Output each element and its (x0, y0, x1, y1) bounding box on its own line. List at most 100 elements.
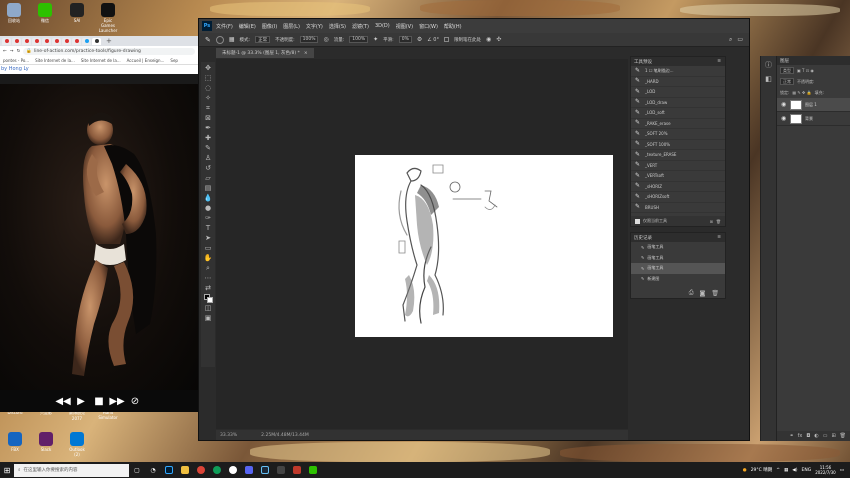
opacity-input[interactable]: 100% (299, 36, 319, 43)
zoom-level[interactable]: 33.33% (220, 433, 237, 438)
marquee-tool-icon[interactable]: ⬚ (204, 74, 213, 83)
brush-preset-picker[interactable] (215, 35, 224, 44)
document-canvas[interactable] (355, 155, 613, 337)
hand-tool-icon[interactable]: ✋ (204, 254, 213, 263)
taskbar-app-explorer[interactable] (178, 463, 192, 477)
weather-text[interactable]: 29°C 晴朗 (751, 467, 773, 473)
document-tab[interactable]: 未标题-1 @ 33.3% (图层 1, 灰色/8) * × (216, 48, 314, 58)
search-icon[interactable]: ⌕ (729, 36, 732, 44)
language-indicator[interactable]: ENG (802, 468, 812, 473)
eye-icon[interactable]: ◉ (781, 101, 787, 108)
zoom-tool-icon[interactable]: ⌕ (204, 264, 213, 273)
desktop-icon[interactable]: 微信 (34, 3, 56, 24)
desktop-icon[interactable]: Epic Games Launcher (97, 3, 119, 33)
bookmark-item[interactable]: pontes - Po... (3, 58, 29, 63)
panel-menu-icon[interactable]: ≡ (717, 59, 721, 64)
preset-item[interactable]: ✎ _sHORIZ (631, 182, 725, 192)
history-brush-icon[interactable]: ↺ (204, 164, 213, 173)
pressure-opacity-icon[interactable]: ◎ (323, 36, 328, 43)
angle-input[interactable]: ∠ 0° (427, 37, 439, 43)
eraser-tool-icon[interactable]: ▱ (204, 174, 213, 183)
clock[interactable]: 11:56 2022/7/30 (815, 465, 836, 475)
play-icon[interactable]: ▶ (75, 395, 87, 407)
color-swatches[interactable] (203, 294, 213, 303)
taskbar-app-wechat[interactable] (306, 463, 320, 477)
menu-window[interactable]: 窗口(W) (419, 23, 438, 30)
airbrush-icon[interactable]: ✦ (373, 36, 378, 43)
url-input[interactable]: 🔒 line-of-action.com/practice-tools/figur… (23, 47, 195, 55)
taskbar-app-red[interactable] (290, 463, 304, 477)
layer-row[interactable]: ◉ 图层 1 (777, 98, 850, 112)
flow-input[interactable]: 100% (349, 36, 369, 43)
smoothing-input[interactable]: 0% (398, 36, 412, 43)
eye-icon[interactable]: ◉ (781, 115, 787, 122)
taskbar-app-discord[interactable] (242, 463, 256, 477)
rewind-icon[interactable]: ◀◀ (55, 395, 70, 407)
bookmark-item[interactable]: Site Internet de la... (35, 58, 75, 63)
windows-start-icon[interactable]: ⊞ (0, 462, 14, 478)
crop-tool-icon[interactable]: ⌗ (204, 104, 213, 113)
quick-mask-icon[interactable]: ◫ (204, 304, 213, 313)
taskbar-app-steam[interactable] (258, 463, 272, 477)
fx-icon[interactable]: fx (798, 433, 803, 439)
menu-layer[interactable]: 图层(L) (283, 23, 300, 30)
task-view-icon[interactable]: ▢ (130, 463, 144, 477)
tray-chevron-icon[interactable]: ^ (776, 468, 780, 473)
adjustments-icon[interactable]: ◧ (764, 74, 774, 84)
new-layer-icon[interactable]: ⊞ (831, 433, 835, 439)
close-icon[interactable]: × (304, 51, 308, 56)
taskbar-app-media[interactable] (226, 463, 240, 477)
path-select-icon[interactable]: ➤ (204, 234, 213, 243)
history-item[interactable]: ✎ 画笔工具 (631, 263, 725, 274)
volume-icon[interactable]: ◀) (792, 468, 797, 473)
type-tool-icon[interactable]: T (204, 224, 213, 233)
taskbar-app-sai[interactable] (274, 463, 288, 477)
pressure-size-icon[interactable]: ◉ (486, 36, 491, 43)
link-icon[interactable]: ⚭ (789, 433, 793, 439)
trash-icon[interactable]: 🗑 (840, 433, 846, 439)
quick-select-tool-icon[interactable]: ✧ (204, 94, 213, 103)
preset-item[interactable]: ✎ _sHORIZsoft (631, 192, 725, 203)
snapshot-icon[interactable]: ⎙ (689, 289, 694, 297)
bookmark-item[interactable]: Accueil | Enseign... (127, 58, 165, 63)
gradient-tool-icon[interactable]: ▤ (204, 184, 213, 193)
menu-help[interactable]: 帮助(H) (444, 23, 462, 30)
back-icon[interactable]: ← (3, 49, 7, 54)
trash-icon[interactable]: 🗑 (716, 219, 721, 224)
desktop-icon[interactable]: 回收站 (3, 3, 25, 24)
menu-view[interactable]: 视图(V) (396, 23, 413, 30)
healing-tool-icon[interactable]: ✚ (204, 134, 213, 143)
move-tool-icon[interactable]: ✥ (204, 64, 213, 73)
layer-kind-select[interactable]: 类型 (780, 67, 794, 74)
browser-tab[interactable] (82, 37, 91, 45)
menu-filter[interactable]: 滤镜(T) (352, 23, 369, 30)
new-tab-icon[interactable]: + (106, 37, 112, 45)
menu-3d[interactable]: 3D(D) (375, 23, 390, 29)
stop-icon[interactable]: ■ (93, 395, 105, 407)
sample-checkbox[interactable] (444, 37, 449, 42)
menu-select[interactable]: 选择(S) (329, 23, 346, 30)
browser-tab[interactable] (32, 37, 41, 45)
preset-item[interactable]: ✎ _SOFT 100% (631, 140, 725, 150)
gear-icon[interactable]: ⚙ (417, 36, 422, 43)
symmetry-icon[interactable]: ✣ (496, 36, 501, 43)
preset-item[interactable]: ✎ _HARD (631, 77, 725, 87)
reload-icon[interactable]: ↻ (17, 49, 21, 54)
screen-mode-icon[interactable]: ▣ (204, 314, 213, 323)
brush-tool-icon[interactable]: ✎ (205, 36, 211, 44)
pen-tool-icon[interactable]: ✑ (204, 214, 213, 223)
menu-edit[interactable]: 编辑(E) (239, 23, 256, 30)
browser-tab[interactable] (22, 37, 31, 45)
panel-menu-icon[interactable]: ≡ (717, 235, 721, 240)
preset-item[interactable]: ✎ _texture_ERASE (631, 150, 725, 161)
stamp-tool-icon[interactable]: ♙ (204, 154, 213, 163)
canvas-area[interactable] (216, 59, 628, 429)
mode-select[interactable]: 正常 (255, 36, 271, 43)
menu-file[interactable]: 文件(F) (216, 23, 233, 30)
trash-icon[interactable]: 🗑 (711, 290, 719, 297)
history-title[interactable]: 历史记录 (634, 235, 652, 241)
forward-icon[interactable]: → (10, 49, 14, 54)
network-icon[interactable]: ▦ (784, 468, 788, 473)
preset-item[interactable]: ✎ _LOD (631, 87, 725, 98)
blend-mode-select[interactable]: 正常 (780, 78, 794, 85)
